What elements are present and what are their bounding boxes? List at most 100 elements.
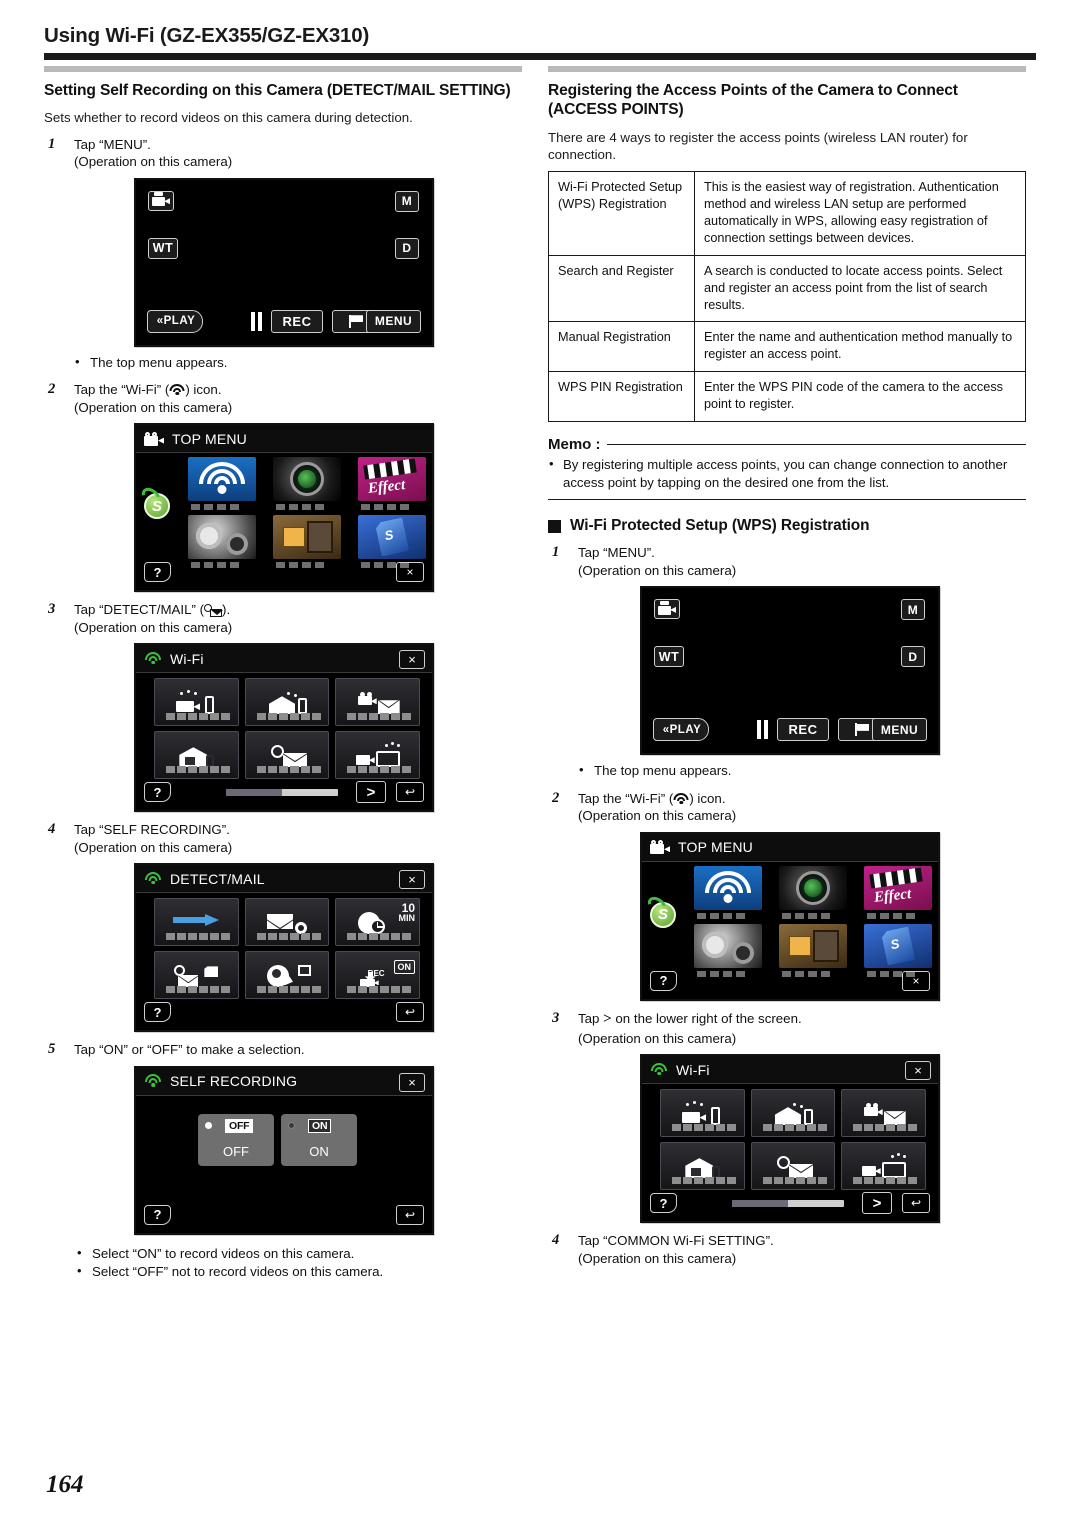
back-button[interactable]: ↩ xyxy=(902,1193,930,1214)
back-button[interactable]: ↩ xyxy=(396,1204,424,1225)
screen-header: SELF RECORDING xyxy=(136,1067,432,1096)
screen-header: TOP MENU xyxy=(642,833,938,862)
rec-button[interactable]: REC xyxy=(777,718,829,742)
help-button[interactable]: ? xyxy=(144,782,171,803)
back-button[interactable]: ↩ xyxy=(396,782,424,803)
option-off[interactable]: OFF OFF xyxy=(198,1113,274,1166)
screen-title: TOP MENU xyxy=(172,430,247,447)
close-icon[interactable]: × xyxy=(902,970,930,991)
menu-tile-special-recording[interactable]: Effect xyxy=(864,865,932,919)
close-icon[interactable]: × xyxy=(905,1061,931,1081)
step-subtext: (Operation on this camera) xyxy=(74,619,233,635)
menu-tile-connection-settings[interactable] xyxy=(273,515,341,569)
step-text: Tap “SELF RECORDING”. xyxy=(74,822,230,838)
tile-outdoor-monitoring[interactable] xyxy=(154,731,239,780)
menu-tile-recording-settings[interactable] xyxy=(779,865,847,919)
step-number: 3 xyxy=(48,601,56,618)
subsection-title: Wi-Fi Protected Setup (WPS) Registration xyxy=(570,517,870,535)
step-subtext: (Operation on this camera) xyxy=(578,808,737,824)
top-menu-grid: Effect xyxy=(188,457,428,573)
menu-tile-recording-settings[interactable] xyxy=(273,457,341,511)
manual-mode-badge[interactable]: M xyxy=(901,599,925,621)
menu-tile-settings[interactable] xyxy=(188,515,256,569)
memo-rule xyxy=(606,443,1026,446)
menu-tile-special-recording[interactable]: Effect xyxy=(358,457,426,511)
next-chevron-icon: > xyxy=(603,1010,612,1027)
step-subtext: (Operation on this camera) xyxy=(578,1250,737,1266)
menu-tile-wifi[interactable] xyxy=(188,457,256,511)
shortcut-coin-icon[interactable]: S xyxy=(138,484,174,523)
section-rule xyxy=(44,66,522,72)
on-badge: ON xyxy=(393,960,416,975)
tile-outdoor-monitoring[interactable] xyxy=(660,1142,745,1191)
play-button[interactable]: «PLAY xyxy=(653,718,709,742)
table-row: Wi-Fi Protected Setup (WPS) Registration… xyxy=(548,171,1026,256)
screen-title: Wi-Fi xyxy=(676,1061,710,1078)
wifi-menu-grid xyxy=(154,678,421,784)
help-button[interactable]: ? xyxy=(144,562,171,583)
help-button[interactable]: ? xyxy=(650,970,677,991)
video-camera-icon xyxy=(654,599,680,620)
tile-mail-recipient[interactable] xyxy=(154,951,239,1000)
menu-button[interactable]: MENU xyxy=(366,309,421,333)
page-number: 164 xyxy=(46,1471,84,1498)
close-icon[interactable]: × xyxy=(396,562,424,583)
help-button[interactable]: ? xyxy=(144,1002,171,1023)
help-button[interactable]: ? xyxy=(650,1193,677,1214)
tile-tv-monitoring[interactable] xyxy=(841,1142,927,1191)
wifi-icon xyxy=(169,384,185,396)
menu-tile-wifi[interactable] xyxy=(694,865,762,919)
shortcut-coin-icon[interactable]: S xyxy=(644,893,680,932)
step-number: 1 xyxy=(552,544,560,561)
play-button[interactable]: «PLAY xyxy=(147,309,203,333)
manual-mode-badge[interactable]: M xyxy=(395,190,419,212)
option-on[interactable]: ON ON xyxy=(281,1113,357,1166)
page-scrollbar[interactable] xyxy=(226,789,338,797)
menu-tile-settings[interactable] xyxy=(694,923,762,977)
help-button[interactable]: ? xyxy=(144,1204,171,1225)
step-text: Tap > on the lower right of the screen. xyxy=(578,1010,802,1027)
menu-tile-media-settings[interactable] xyxy=(864,923,932,977)
tile-indoor-monitoring[interactable] xyxy=(750,1089,836,1138)
tile-detection-interval[interactable]: 10 MIN xyxy=(335,898,421,947)
display-badge[interactable]: D xyxy=(901,646,925,668)
table-cell-method: WPS PIN Registration xyxy=(548,371,695,423)
close-icon[interactable]: × xyxy=(399,1072,425,1092)
wifi-menu-row xyxy=(154,678,421,727)
display-badge[interactable]: D xyxy=(395,237,419,259)
close-icon[interactable]: × xyxy=(399,650,425,670)
tile-detection-method[interactable] xyxy=(154,898,239,947)
tile-self-recording[interactable] xyxy=(244,951,330,1000)
tile-detect-mail[interactable] xyxy=(244,731,330,780)
next-page-button[interactable]: > xyxy=(356,781,386,804)
tile-direct-monitoring[interactable] xyxy=(660,1089,745,1138)
memo-bottom-rule xyxy=(548,498,1026,501)
zoom-wt-button[interactable]: WT xyxy=(654,646,684,668)
menu-tile-media-settings[interactable] xyxy=(358,515,426,569)
step-3: 3 Tap > on the lower right of the screen… xyxy=(548,1010,1026,1047)
tile-detect-mail[interactable] xyxy=(750,1142,836,1191)
tile-tv-monitoring[interactable] xyxy=(335,731,421,780)
tile-mail-setting[interactable] xyxy=(244,898,330,947)
back-button[interactable]: ↩ xyxy=(396,1002,424,1023)
tile-video-mail[interactable] xyxy=(841,1089,927,1138)
step-number: 2 xyxy=(552,789,560,806)
step-text: Tap the “Wi-Fi” () icon. xyxy=(74,382,222,398)
tile-rec-on[interactable]: REC ON xyxy=(335,951,421,1000)
bullet-item: Select “OFF” not to record videos on thi… xyxy=(76,1262,522,1281)
tile-indoor-monitoring[interactable] xyxy=(244,678,330,727)
detect-mail-grid: 10 MIN REC ON xyxy=(154,898,421,1004)
screen-header: TOP MENU xyxy=(136,425,432,454)
tile-video-mail[interactable] xyxy=(335,678,421,727)
page-scrollbar[interactable] xyxy=(732,1200,844,1208)
rec-button[interactable]: REC xyxy=(271,309,323,333)
rec-screen-left: M WT D «PLAY REC MENU xyxy=(134,177,434,347)
menu-button[interactable]: MENU xyxy=(872,718,927,742)
tile-direct-monitoring[interactable] xyxy=(154,678,239,727)
next-page-button[interactable]: > xyxy=(862,1192,892,1215)
menu-tile-connection-settings[interactable] xyxy=(779,923,847,977)
zoom-wt-button[interactable]: WT xyxy=(148,237,178,259)
pause-icon xyxy=(248,310,265,333)
close-icon[interactable]: × xyxy=(399,870,425,890)
detect-mail-icon xyxy=(204,604,224,618)
